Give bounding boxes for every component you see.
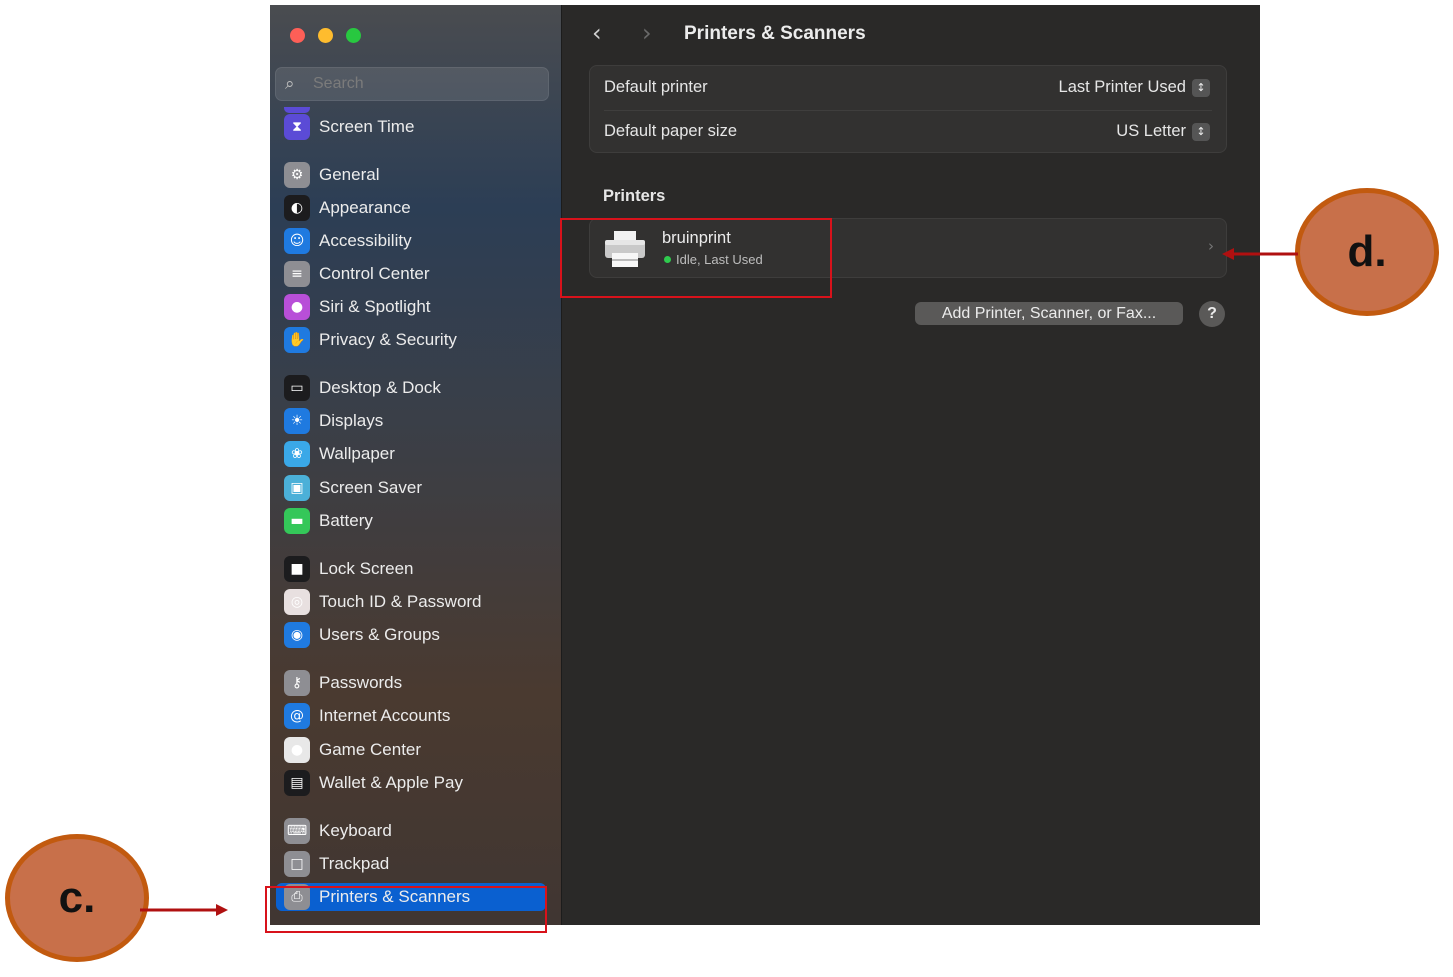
dock-icon: ▭ (284, 375, 310, 401)
help-button[interactable]: ? (1199, 301, 1225, 327)
sidebar-item-label: Passwords (319, 673, 403, 692)
flower-icon: ❀ (284, 441, 310, 467)
sidebar-item-game-center[interactable]: ● Game Center (284, 736, 546, 764)
sidebar-item-desktop-dock[interactable]: ▭ Desktop & Dock (284, 374, 546, 402)
arrow-c (140, 904, 228, 916)
sidebar-item-label: Battery (319, 511, 373, 530)
key-icon: ⚷ (284, 670, 310, 696)
highlight-box-printer (560, 218, 832, 298)
sidebar-item-screen-saver[interactable]: ▣ Screen Saver (284, 474, 546, 502)
hand-icon: ✋ (284, 327, 310, 353)
hourglass-icon: ⧗ (284, 114, 310, 140)
control-center-icon: ≡ (284, 261, 310, 287)
search-placeholder: Search (313, 75, 364, 92)
sun-icon: ☀ (284, 408, 310, 434)
paper-size-row: Default paper size US Letter ↕ (590, 110, 1226, 154)
printers-section-title: Printers (603, 187, 666, 205)
chevron-right-icon: › (1208, 237, 1214, 255)
users-icon: ◉ (284, 622, 310, 648)
sidebar-item-accessibility[interactable]: ☺ Accessibility (284, 227, 546, 255)
highlight-box-sidebar (265, 886, 547, 933)
chevron-up-down-icon: ↕ (1192, 122, 1210, 141)
sidebar-item-label: Screen Saver (319, 478, 422, 497)
sidebar-item-label: Internet Accounts (319, 706, 451, 725)
chevron-up-down-icon: ↕ (1192, 78, 1210, 97)
screen-saver-icon: ▣ (284, 475, 310, 501)
sidebar-item-label: Lock Screen (319, 559, 414, 578)
default-printer-row: Default printer Last Printer Used ↕ (590, 66, 1226, 110)
search-input[interactable]: ⌕ Search (275, 67, 549, 101)
sidebar-item-label: General (319, 165, 380, 184)
sidebar-item-label: Touch ID & Password (319, 592, 482, 611)
callout-d: d. (1295, 188, 1439, 316)
gear-icon: ⚙ (284, 162, 310, 188)
sidebar-item-label: Users & Groups (319, 625, 440, 644)
close-window-button[interactable] (290, 28, 305, 43)
fingerprint-icon: ◎ (284, 589, 310, 615)
keyboard-icon: ⌨ (284, 818, 310, 844)
sidebar-item-internet-accounts[interactable]: @ Internet Accounts (284, 702, 546, 730)
sidebar-item-label: Privacy & Security (319, 330, 457, 349)
search-icon: ⌕ (285, 74, 295, 94)
sidebar: ⌕ Search ⧗ Screen Time ⚙ General ◐ Appearance… (270, 5, 562, 925)
sidebar-item-appearance[interactable]: ◐ Appearance (284, 194, 546, 222)
default-printer-value: Last Printer Used (1058, 78, 1186, 96)
default-printer-select[interactable]: Last Printer Used ↕ (1059, 78, 1210, 97)
lock-icon: ■ (284, 556, 310, 582)
zoom-window-button[interactable] (346, 28, 361, 43)
sidebar-item-passwords[interactable]: ⚷ Passwords (284, 669, 546, 697)
sidebar-item-screen-time[interactable]: ⧗ Screen Time (284, 113, 546, 141)
sidebar-item-label: Trackpad (319, 854, 390, 873)
sidebar-item-label: Accessibility (319, 231, 412, 250)
defaults-group: Default printer Last Printer Used ↕ Defa… (589, 65, 1227, 153)
callout-c: c. (5, 834, 149, 962)
default-printer-label: Default printer (604, 78, 708, 96)
sidebar-item-keyboard[interactable]: ⌨ Keyboard (284, 817, 546, 845)
minimize-window-button[interactable] (318, 28, 333, 43)
wallet-icon: ▤ (284, 770, 310, 796)
sidebar-item-privacy-security[interactable]: ✋ Privacy & Security (284, 326, 546, 354)
sidebar-item-label: Appearance (319, 198, 411, 217)
sidebar-item-label: Screen Time (319, 117, 415, 136)
main-pane: ‹ › Printers & Scanners Default printer … (562, 5, 1260, 925)
system-settings-window: ⌕ Search ⧗ Screen Time ⚙ General ◐ Appearance… (270, 5, 1260, 925)
sidebar-item-label: Keyboard (319, 821, 392, 840)
page-title: Printers & Scanners (684, 23, 866, 44)
sidebar-item-label: Siri & Spotlight (319, 297, 431, 316)
sidebar-item-lock-screen[interactable]: ■ Lock Screen (284, 555, 546, 583)
back-button[interactable]: ‹ (592, 19, 602, 47)
battery-icon: ▬ (284, 508, 310, 534)
sidebar-item-battery[interactable]: ▬ Battery (284, 507, 546, 535)
sidebar-item-wallet-apple-pay[interactable]: ▤ Wallet & Apple Pay (284, 769, 546, 797)
sidebar-item-general[interactable]: ⚙ General (284, 161, 546, 189)
sidebar-item-label: Game Center (319, 740, 422, 759)
sidebar-item-label: Desktop & Dock (319, 378, 441, 397)
paper-size-value: US Letter (1116, 122, 1186, 140)
sidebar-item-label: Wallet & Apple Pay (319, 773, 463, 792)
sidebar-item-control-center[interactable]: ≡ Control Center (284, 260, 546, 288)
siri-icon: ● (284, 294, 310, 320)
forward-button[interactable]: › (642, 19, 652, 47)
sidebar-item-users-groups[interactable]: ◉ Users & Groups (284, 621, 546, 649)
sidebar-item-label: Wallpaper (319, 444, 395, 463)
sidebar-item-trackpad[interactable]: □ Trackpad (284, 850, 546, 878)
arrow-d (1222, 248, 1298, 260)
sidebar-item-label: Displays (319, 411, 384, 430)
sidebar-item-label: Control Center (319, 264, 430, 283)
add-printer-button[interactable]: Add Printer, Scanner, or Fax... (915, 302, 1183, 325)
accessibility-icon: ☺ (284, 228, 310, 254)
at-icon: @ (284, 703, 310, 729)
appearance-icon: ◐ (284, 195, 310, 221)
trackpad-icon: □ (284, 851, 310, 877)
sidebar-item-wallpaper[interactable]: ❀ Wallpaper (284, 440, 546, 468)
game-center-icon: ● (284, 737, 310, 763)
paper-size-select[interactable]: US Letter ↕ (1116, 122, 1210, 141)
sidebar-item-touch-id-password[interactable]: ◎ Touch ID & Password (284, 588, 546, 616)
paper-size-label: Default paper size (604, 122, 737, 140)
sidebar-item-displays[interactable]: ☀ Displays (284, 407, 546, 435)
sidebar-item-siri-spotlight[interactable]: ● Siri & Spotlight (284, 293, 546, 321)
